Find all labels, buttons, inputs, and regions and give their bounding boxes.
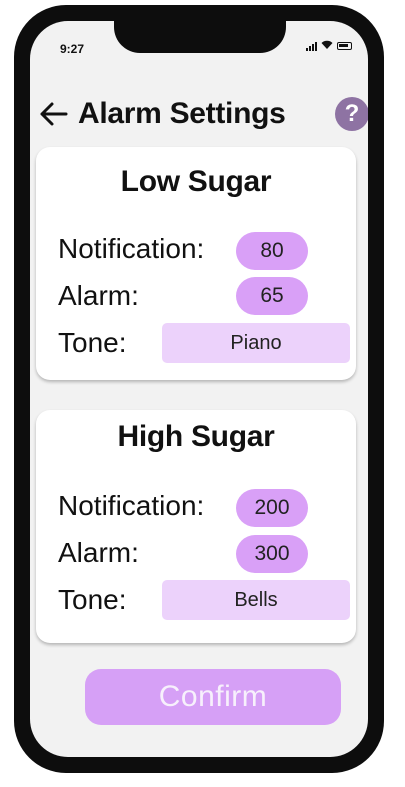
help-icon[interactable]: ?: [335, 97, 368, 131]
low-notification-value[interactable]: 80: [236, 232, 308, 270]
low-tone-label: Tone:: [58, 327, 127, 358]
signal-icon: [306, 41, 317, 51]
high-alarm-label: Alarm:: [58, 537, 139, 568]
battery-icon: [337, 41, 352, 50]
high-tone-select[interactable]: Bells: [162, 580, 350, 620]
status-time: 9:27: [60, 42, 85, 56]
high-alarm-value[interactable]: 300: [236, 535, 308, 573]
low-tone-select[interactable]: Piano: [162, 323, 350, 363]
confirm-button[interactable]: Confirm: [85, 669, 341, 725]
high-sugar-card: High Sugar Notification: 200 Alarm: 300 …: [36, 410, 356, 643]
low-alarm-label: Alarm:: [58, 280, 139, 311]
high-tone-label: Tone:: [58, 584, 127, 615]
high-notification-label: Notification:: [58, 490, 205, 521]
phone-notch: [114, 21, 286, 53]
low-sugar-card: Low Sugar Notification: 80 Alarm: 65 Ton…: [36, 147, 356, 380]
low-alarm-value[interactable]: 65: [236, 277, 308, 315]
phone-frame: 9:27 Alarm Settings ? Low Sugar Notifica…: [14, 5, 384, 773]
low-sugar-title: Low Sugar: [120, 165, 272, 198]
app-screen: 9:27 Alarm Settings ? Low Sugar Notifica…: [30, 21, 368, 757]
status-icons: [306, 40, 352, 51]
high-sugar-title: High Sugar: [117, 420, 275, 453]
back-arrow-icon[interactable]: [38, 99, 70, 129]
header: Alarm Settings ?: [30, 91, 368, 137]
high-notification-value[interactable]: 200: [236, 489, 308, 527]
low-notification-label: Notification:: [58, 233, 205, 264]
page-title: Alarm Settings: [78, 97, 286, 130]
wifi-icon: [321, 40, 333, 51]
